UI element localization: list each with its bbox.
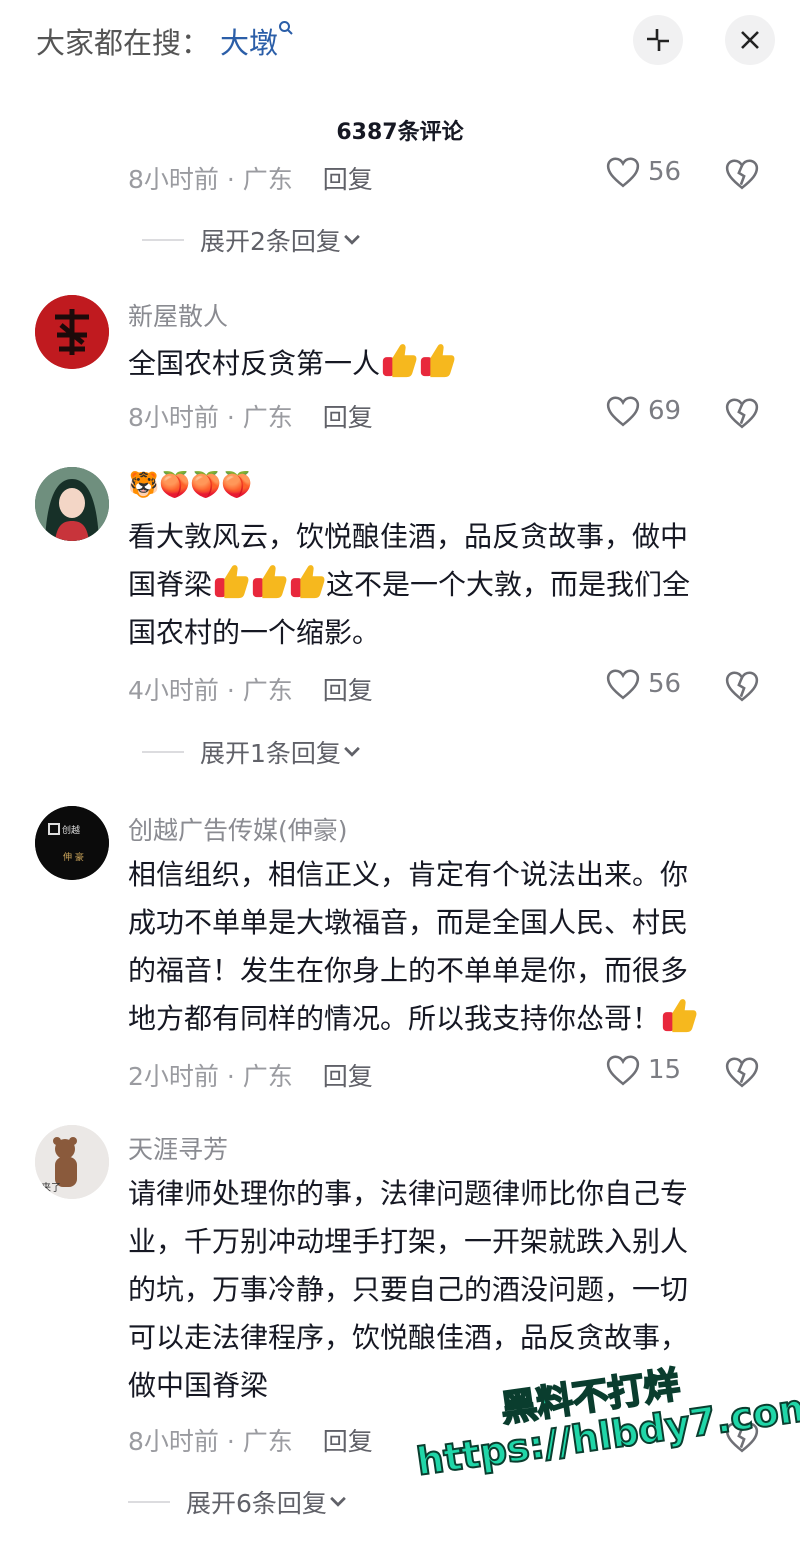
expand-replies-label: 展开1条回复: [200, 739, 341, 768]
comment-meta: 8小时前 · 广东 回复: [128, 1422, 373, 1458]
chevron-down-icon: [341, 741, 363, 763]
divider-line: [142, 239, 184, 241]
comment-time: 8小时前 · 广东: [128, 403, 293, 432]
comment-text: 全国农村反贪第一人: [128, 340, 768, 388]
avatar-logo-text: 创越: [62, 824, 80, 836]
comment-time: 2小时前 · 广东: [128, 1062, 293, 1091]
comment-username[interactable]: 🐯🍑🍑🍑: [128, 470, 253, 500]
like-count: 69: [648, 396, 682, 426]
comment-text-line: 国农村的一个缩影。: [128, 616, 381, 649]
divider-line: [128, 1501, 170, 1503]
close-button[interactable]: [725, 15, 775, 65]
expand-replies-label: 展开2条回复: [200, 227, 341, 256]
dislike-button[interactable]: [725, 670, 759, 706]
search-icon: [279, 21, 293, 35]
comment-text-line: 成功不单单是大墩福音，而是全国人民、村民: [128, 906, 689, 939]
chevron-down-icon: [327, 1491, 349, 1513]
collapse-button[interactable]: [633, 15, 683, 65]
comment-username[interactable]: 新屋散人: [128, 297, 228, 333]
comment-text-line: 相信组织，相信正义，肯定有个说法出来。你: [128, 858, 689, 891]
comment-text: 相信组织，相信正义，肯定有个说法出来。你 成功不单单是大墩福音，而是全国人民、村…: [128, 851, 768, 1043]
comment-meta: 8小时前 · 广东 回复: [128, 398, 373, 434]
dislike-button[interactable]: [725, 1056, 759, 1092]
search-suggestion[interactable]: 大家都在搜： 大墩: [36, 20, 294, 62]
comment-text-line: 看大敦风云，饮悦酿佳酒，品反贪故事，做中: [128, 520, 689, 553]
comment-text: 看大敦风云，饮悦酿佳酒，品反贪故事，做中 国脊梁 这不是一个大敦，而是我们全 国农…: [128, 513, 768, 657]
thumbs-up-emoji-icon: [288, 562, 326, 600]
heart-icon: [606, 1054, 640, 1086]
comment-meta: 2小时前 · 广东 回复: [128, 1057, 373, 1093]
heart-icon: [606, 156, 640, 188]
search-keyword[interactable]: 大墩: [220, 26, 278, 60]
like-button[interactable]: 15: [606, 1054, 681, 1086]
like-count: 56: [648, 669, 682, 699]
collapse-icon: [647, 29, 669, 51]
reply-button[interactable]: 回复: [323, 403, 373, 432]
comment-time: 8小时前 · 广东: [128, 165, 293, 194]
comment-text-segment: 这不是一个大敦，而是我们全: [326, 568, 691, 601]
like-button[interactable]: 69: [606, 395, 681, 427]
avatar[interactable]: [35, 295, 109, 369]
comment-meta: 8小时前 · 广东 回复: [128, 160, 373, 196]
avatar-caption-text: 来了: [41, 1182, 61, 1194]
avatar[interactable]: [35, 467, 109, 541]
comment-time: 8小时前 · 广东: [128, 1427, 293, 1456]
comment-text-line: 请律师处理你的事，法律问题律师比你自己专: [128, 1177, 689, 1210]
broken-heart-icon: [725, 670, 759, 702]
expand-replies-button[interactable]: 展开6条回复: [128, 1484, 349, 1520]
broken-heart-icon: [725, 1056, 759, 1088]
comment-username[interactable]: 天涯寻芳: [128, 1130, 228, 1166]
expand-replies-button[interactable]: 展开1条回复: [142, 734, 363, 770]
avatar-name-text: 伸 豪: [63, 851, 84, 863]
comment-username[interactable]: 创越广告传媒(伸豪): [128, 811, 348, 847]
broken-heart-icon: [725, 397, 759, 429]
reply-button[interactable]: 回复: [323, 165, 373, 194]
comment-text-line: 地方都有同样的情况。所以我支持你怂哥！: [128, 995, 768, 1043]
heart-icon: [606, 395, 640, 427]
expand-replies-label: 展开6条回复: [186, 1489, 327, 1518]
comment-meta: 4小时前 · 广东 回复: [128, 671, 373, 707]
chevron-down-icon: [341, 229, 363, 251]
like-count: 56: [648, 157, 682, 187]
thumbs-up-emoji-icon: [380, 341, 418, 379]
avatar[interactable]: 创越 伸 豪: [35, 806, 109, 880]
comment-count-title: 6387条评论: [336, 120, 464, 145]
expand-replies-button[interactable]: 展开2条回复: [142, 222, 363, 258]
comment-text-line: 的坑，万事冷静，只要自己的酒没问题，一切: [128, 1273, 689, 1306]
comment-text-content: 全国农村反贪第一人: [128, 347, 381, 380]
reply-button[interactable]: 回复: [323, 1427, 373, 1456]
comment-text-line: 国脊梁 这不是一个大敦，而是我们全: [128, 561, 768, 609]
thumbs-up-emoji-icon: [660, 996, 698, 1034]
anime-girl-avatar-image: [35, 467, 109, 541]
avatar[interactable]: 来了: [35, 1125, 109, 1199]
comment-time: 4小时前 · 广东: [128, 676, 293, 705]
comment-text-line: 业，千万别冲动埋手打架，一开架就跌入别人: [128, 1225, 689, 1258]
like-button[interactable]: 56: [606, 156, 681, 188]
thumbs-up-emoji-icon: [212, 562, 250, 600]
thumbs-up-emoji-icon: [418, 341, 456, 379]
like-button[interactable]: 56: [606, 668, 681, 700]
dislike-button[interactable]: [725, 158, 759, 194]
comment-text-line: 的福音！发生在你身上的不单单是你，而很多: [128, 954, 689, 987]
comment-text-line: 可以走法律程序，饮悦酿佳酒，品反贪故事，: [128, 1321, 689, 1354]
like-count: 15: [648, 1055, 682, 1085]
company-logo-avatar: 创越 伸 豪: [35, 806, 109, 880]
reply-button[interactable]: 回复: [323, 676, 373, 705]
close-icon: [741, 31, 759, 49]
divider-line: [142, 751, 184, 753]
broken-heart-icon: [725, 158, 759, 190]
bear-avatar-image: 来了: [35, 1125, 109, 1199]
reply-button[interactable]: 回复: [323, 1062, 373, 1091]
comment-text-segment: 国脊梁: [128, 568, 213, 601]
comment-text-segment: 地方都有同样的情况。所以我支持你怂哥！: [128, 1002, 661, 1035]
thumbs-up-emoji-icon: [250, 562, 288, 600]
fu-character-image: [35, 295, 109, 369]
heart-icon: [606, 668, 640, 700]
search-suggestion-label: 大家都在搜：: [36, 26, 211, 60]
dislike-button[interactable]: [725, 397, 759, 433]
